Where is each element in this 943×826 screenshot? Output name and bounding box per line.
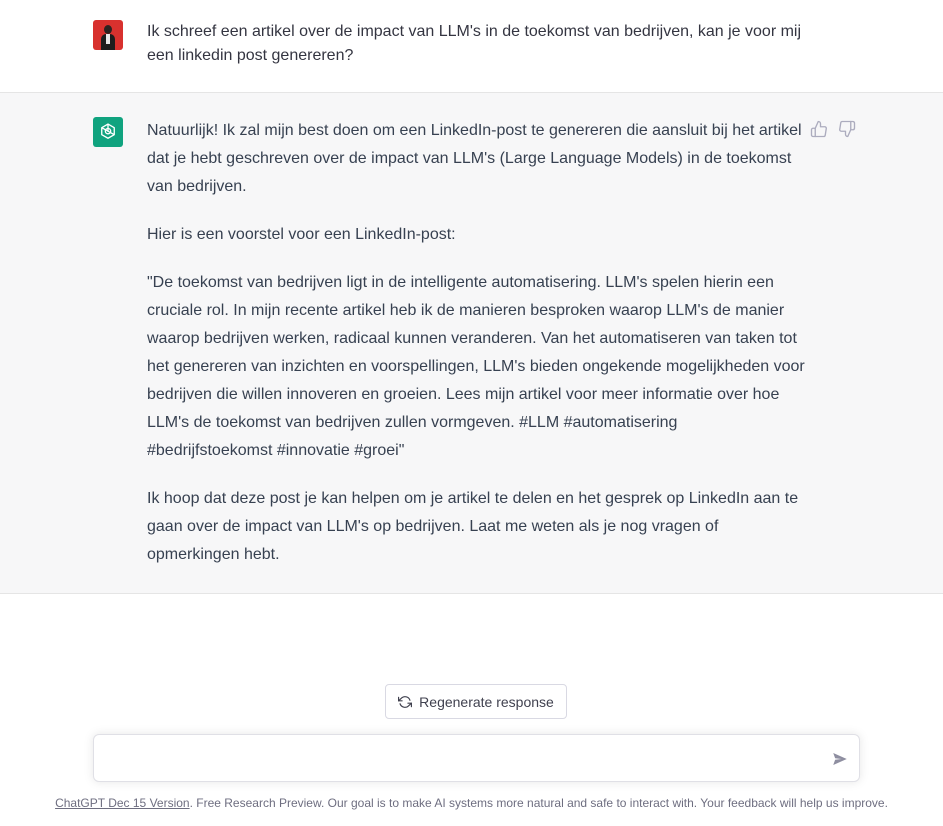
user-message-text: Ik schreef een artikel over de impact va…	[147, 23, 802, 64]
user-message-row: Ik schreef een artikel over de impact va…	[0, 0, 943, 93]
assistant-paragraph: "De toekomst van bedrijven ligt in de in…	[147, 274, 805, 459]
assistant-paragraph: Hier is een voorstel voor een LinkedIn-p…	[147, 226, 456, 243]
regenerate-label: Regenerate response	[419, 693, 554, 710]
regenerate-response-button[interactable]: Regenerate response	[385, 684, 567, 719]
assistant-paragraph: Natuurlijk! Ik zal mijn best doen om een…	[147, 122, 802, 195]
openai-logo-icon	[93, 117, 123, 147]
refresh-icon	[398, 695, 413, 708]
assistant-message-row: Natuurlijk! Ik zal mijn best doen om een…	[0, 93, 943, 594]
message-input[interactable]	[108, 747, 812, 773]
assistant-paragraph: Ik hoop dat deze post je kan helpen om j…	[147, 490, 799, 563]
version-link[interactable]: ChatGPT Dec 15 Version	[55, 796, 190, 810]
footer-disclaimer: ChatGPT Dec 15 Version. Free Research Pr…	[0, 795, 943, 811]
thumbs-down-icon[interactable]	[838, 120, 856, 138]
send-icon[interactable]	[831, 750, 849, 768]
footer-text: . Free Research Preview. Our goal is to …	[189, 796, 888, 810]
thumbs-up-icon[interactable]	[810, 120, 828, 138]
user-avatar	[93, 20, 123, 50]
assistant-message-text: Natuurlijk! Ik zal mijn best doen om een…	[147, 117, 807, 589]
feedback-buttons	[810, 120, 856, 138]
message-composer	[93, 734, 860, 782]
